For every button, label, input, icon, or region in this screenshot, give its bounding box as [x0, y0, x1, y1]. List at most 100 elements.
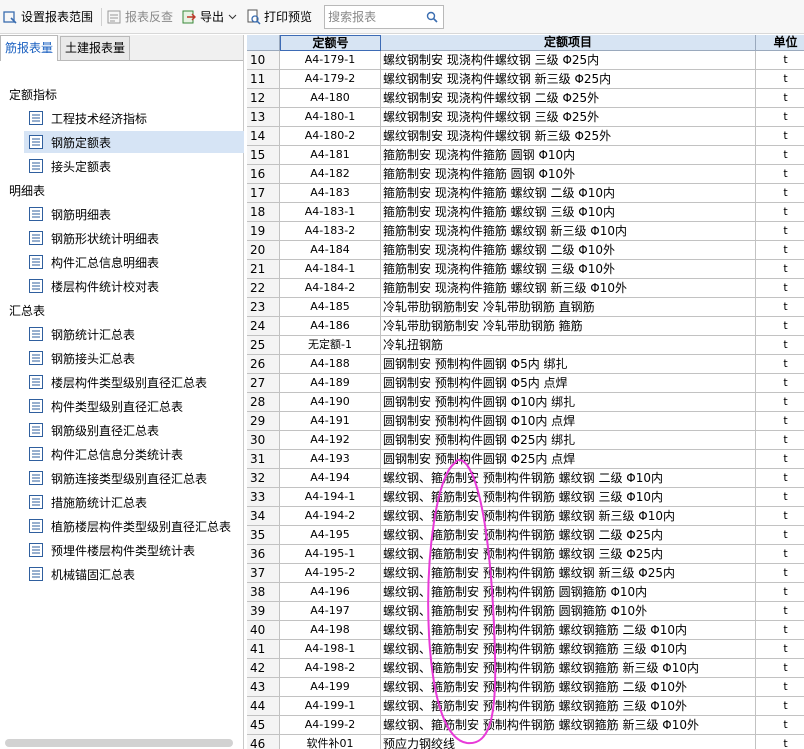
tree-item[interactable]: 构件类型级别直径汇总表 — [24, 395, 244, 417]
quota-code-cell[interactable]: A4-180-1 — [280, 108, 381, 127]
table-row[interactable]: 45 A4-199-2 螺纹钢、箍筋制安 预制构件钢筋 螺纹钢箍筋 新三级 Φ10外… — [247, 716, 804, 735]
tree-item[interactable]: 钢筋接头汇总表 — [24, 347, 244, 369]
quota-code-cell[interactable]: A4-189 — [280, 374, 381, 393]
quota-item-cell[interactable]: 箍筋制安 现浇构件箍筋 圆钢 Φ10内 — [381, 146, 756, 165]
header-unit[interactable]: 单位 — [756, 35, 804, 51]
quota-code-cell[interactable]: A4-198-2 — [280, 659, 381, 678]
quota-code-cell[interactable]: A4-179-2 — [280, 70, 381, 89]
table-row[interactable]: 16 A4-182 箍筋制安 现浇构件箍筋 圆钢 Φ10外 t — [247, 165, 804, 184]
quota-item-cell[interactable]: 螺纹钢、箍筋制安 预制构件钢筋 螺纹钢箍筋 三级 Φ10内 — [381, 640, 756, 659]
quota-item-cell[interactable]: 螺纹钢、箍筋制安 预制构件钢筋 螺纹钢 新三级 Φ10内 — [381, 507, 756, 526]
tree-item[interactable]: 植筋楼层构件类型级别直径汇总表 — [24, 515, 244, 537]
unit-cell[interactable]: t — [756, 108, 804, 127]
table-row[interactable]: 21 A4-184-1 箍筋制安 现浇构件箍筋 螺纹钢 三级 Φ10外 t — [247, 260, 804, 279]
tree-group-title[interactable]: 定额指标 — [9, 85, 57, 105]
horizontal-scrollbar[interactable] — [5, 739, 233, 747]
quota-code-cell[interactable]: A4-188 — [280, 355, 381, 374]
table-row[interactable]: 43 A4-199 螺纹钢、箍筋制安 预制构件钢筋 螺纹钢箍筋 二级 Φ10外 t — [247, 678, 804, 697]
tree-item[interactable]: 构件汇总信息明细表 — [24, 251, 244, 273]
unit-cell[interactable]: t — [756, 507, 804, 526]
table-row[interactable]: 33 A4-194-1 螺纹钢、箍筋制安 预制构件钢筋 螺纹钢 三级 Φ10内 t — [247, 488, 804, 507]
unit-cell[interactable]: t — [756, 450, 804, 469]
table-row[interactable]: 27 A4-189 圆钢制安 预制构件圆钢 Φ5内 点焊 t — [247, 374, 804, 393]
quota-item-cell[interactable]: 螺纹钢、箍筋制安 预制构件钢筋 螺纹钢箍筋 二级 Φ10外 — [381, 678, 756, 697]
tree-item[interactable]: 楼层构件统计校对表 — [24, 275, 244, 297]
quota-code-cell[interactable]: A4-186 — [280, 317, 381, 336]
unit-cell[interactable]: t — [756, 165, 804, 184]
quota-item-cell[interactable]: 螺纹钢制安 现浇构件螺纹钢 新三级 Φ25外 — [381, 127, 756, 146]
unit-cell[interactable]: t — [756, 526, 804, 545]
quota-code-cell[interactable]: A4-194 — [280, 469, 381, 488]
quota-item-cell[interactable]: 预应力钢绞线 — [381, 735, 756, 749]
quota-code-cell[interactable]: A4-192 — [280, 431, 381, 450]
set-range-button[interactable]: 设置报表范围 — [0, 5, 99, 29]
quota-code-cell[interactable]: A4-195-1 — [280, 545, 381, 564]
tree-item[interactable]: 楼层构件类型级别直径汇总表 — [24, 371, 244, 393]
table-row[interactable]: 18 A4-183-1 箍筋制安 现浇构件箍筋 螺纹钢 三级 Φ10内 t — [247, 203, 804, 222]
quota-code-cell[interactable]: A4-199 — [280, 678, 381, 697]
quota-item-cell[interactable]: 螺纹钢、箍筋制安 预制构件钢筋 螺纹钢 三级 Φ10内 — [381, 488, 756, 507]
table-row[interactable]: 32 A4-194 螺纹钢、箍筋制安 预制构件钢筋 螺纹钢 二级 Φ10内 t — [247, 469, 804, 488]
report-check-button[interactable]: 报表反查 — [104, 5, 179, 29]
unit-cell[interactable]: t — [756, 659, 804, 678]
quota-item-cell[interactable]: 冷轧带肋钢筋制安 冷轧带肋钢筋 箍筋 — [381, 317, 756, 336]
unit-cell[interactable]: t — [756, 241, 804, 260]
table-row[interactable]: 35 A4-195 螺纹钢、箍筋制安 预制构件钢筋 螺纹钢 二级 Φ25内 t — [247, 526, 804, 545]
table-row[interactable]: 41 A4-198-1 螺纹钢、箍筋制安 预制构件钢筋 螺纹钢箍筋 三级 Φ10内 t — [247, 640, 804, 659]
quota-code-cell[interactable]: A4-180 — [280, 89, 381, 108]
table-row[interactable]: 14 A4-180-2 螺纹钢制安 现浇构件螺纹钢 新三级 Φ25外 t — [247, 127, 804, 146]
quota-code-cell[interactable]: A4-194-1 — [280, 488, 381, 507]
quota-code-cell[interactable]: A4-185 — [280, 298, 381, 317]
quota-code-cell[interactable]: 无定额-1 — [280, 336, 381, 355]
unit-cell[interactable]: t — [756, 355, 804, 374]
table-row[interactable]: 13 A4-180-1 螺纹钢制安 现浇构件螺纹钢 三级 Φ25外 t — [247, 108, 804, 127]
quota-code-cell[interactable]: A4-196 — [280, 583, 381, 602]
unit-cell[interactable]: t — [756, 640, 804, 659]
quota-code-cell[interactable]: A4-190 — [280, 393, 381, 412]
header-quota-code[interactable]: 定额号 — [280, 35, 381, 51]
unit-cell[interactable]: t — [756, 602, 804, 621]
header-quota-item[interactable]: 定额项目 — [381, 35, 756, 51]
tree-item[interactable]: 接头定额表 — [24, 155, 244, 177]
quota-item-cell[interactable]: 圆钢制安 预制构件圆钢 Φ25内 绑扎 — [381, 431, 756, 450]
quota-item-cell[interactable]: 螺纹钢制安 现浇构件螺纹钢 三级 Φ25外 — [381, 108, 756, 127]
unit-cell[interactable]: t — [756, 260, 804, 279]
quota-item-cell[interactable]: 圆钢制安 预制构件圆钢 Φ5内 绑扎 — [381, 355, 756, 374]
quota-item-cell[interactable]: 圆钢制安 预制构件圆钢 Φ10内 点焊 — [381, 412, 756, 431]
quota-item-cell[interactable]: 螺纹钢制安 现浇构件螺纹钢 三级 Φ25内 — [381, 51, 756, 70]
table-row[interactable]: 40 A4-198 螺纹钢、箍筋制安 预制构件钢筋 螺纹钢箍筋 二级 Φ10内 t — [247, 621, 804, 640]
unit-cell[interactable]: t — [756, 203, 804, 222]
tree-group-title[interactable]: 明细表 — [9, 181, 45, 201]
unit-cell[interactable]: t — [756, 678, 804, 697]
quota-code-cell[interactable]: A4-191 — [280, 412, 381, 431]
quota-item-cell[interactable]: 箍筋制安 现浇构件箍筋 螺纹钢 二级 Φ10外 — [381, 241, 756, 260]
quota-item-cell[interactable]: 螺纹钢、箍筋制安 预制构件钢筋 圆钢箍筋 Φ10外 — [381, 602, 756, 621]
unit-cell[interactable]: t — [756, 317, 804, 336]
table-row[interactable]: 34 A4-194-2 螺纹钢、箍筋制安 预制构件钢筋 螺纹钢 新三级 Φ10内 t — [247, 507, 804, 526]
quota-code-cell[interactable]: A4-199-1 — [280, 697, 381, 716]
table-row[interactable]: 22 A4-184-2 箍筋制安 现浇构件箍筋 螺纹钢 新三级 Φ10外 t — [247, 279, 804, 298]
quota-item-cell[interactable]: 螺纹钢、箍筋制安 预制构件钢筋 螺纹钢箍筋 二级 Φ10内 — [381, 621, 756, 640]
table-row[interactable]: 20 A4-184 箍筋制安 现浇构件箍筋 螺纹钢 二级 Φ10外 t — [247, 241, 804, 260]
unit-cell[interactable]: t — [756, 70, 804, 89]
tree-item[interactable]: 构件汇总信息分类统计表 — [24, 443, 244, 465]
quota-code-cell[interactable]: A4-182 — [280, 165, 381, 184]
quota-item-cell[interactable]: 箍筋制安 现浇构件箍筋 螺纹钢 新三级 Φ10内 — [381, 222, 756, 241]
table-row[interactable]: 10 A4-179-1 螺纹钢制安 现浇构件螺纹钢 三级 Φ25内 t — [247, 51, 804, 70]
table-row[interactable]: 39 A4-197 螺纹钢、箍筋制安 预制构件钢筋 圆钢箍筋 Φ10外 t — [247, 602, 804, 621]
tree-item[interactable]: 钢筋明细表 — [24, 203, 244, 225]
quota-code-cell[interactable]: A4-184 — [280, 241, 381, 260]
unit-cell[interactable]: t — [756, 222, 804, 241]
unit-cell[interactable]: t — [756, 716, 804, 735]
unit-cell[interactable]: t — [756, 393, 804, 412]
table-row[interactable]: 19 A4-183-2 箍筋制安 现浇构件箍筋 螺纹钢 新三级 Φ10内 t — [247, 222, 804, 241]
quota-item-cell[interactable]: 螺纹钢、箍筋制安 预制构件钢筋 螺纹钢箍筋 新三级 Φ10内 — [381, 659, 756, 678]
quota-item-cell[interactable]: 螺纹钢、箍筋制安 预制构件钢筋 螺纹钢 二级 Φ10内 — [381, 469, 756, 488]
quota-item-cell[interactable]: 螺纹钢制安 现浇构件螺纹钢 新三级 Φ25内 — [381, 70, 756, 89]
table-row[interactable]: 17 A4-183 箍筋制安 现浇构件箍筋 螺纹钢 二级 Φ10内 t — [247, 184, 804, 203]
quota-item-cell[interactable]: 螺纹钢制安 现浇构件螺纹钢 二级 Φ25外 — [381, 89, 756, 108]
quota-code-cell[interactable]: A4-183-2 — [280, 222, 381, 241]
unit-cell[interactable]: t — [756, 336, 804, 355]
unit-cell[interactable]: t — [756, 51, 804, 70]
quota-code-cell[interactable]: A4-198-1 — [280, 640, 381, 659]
